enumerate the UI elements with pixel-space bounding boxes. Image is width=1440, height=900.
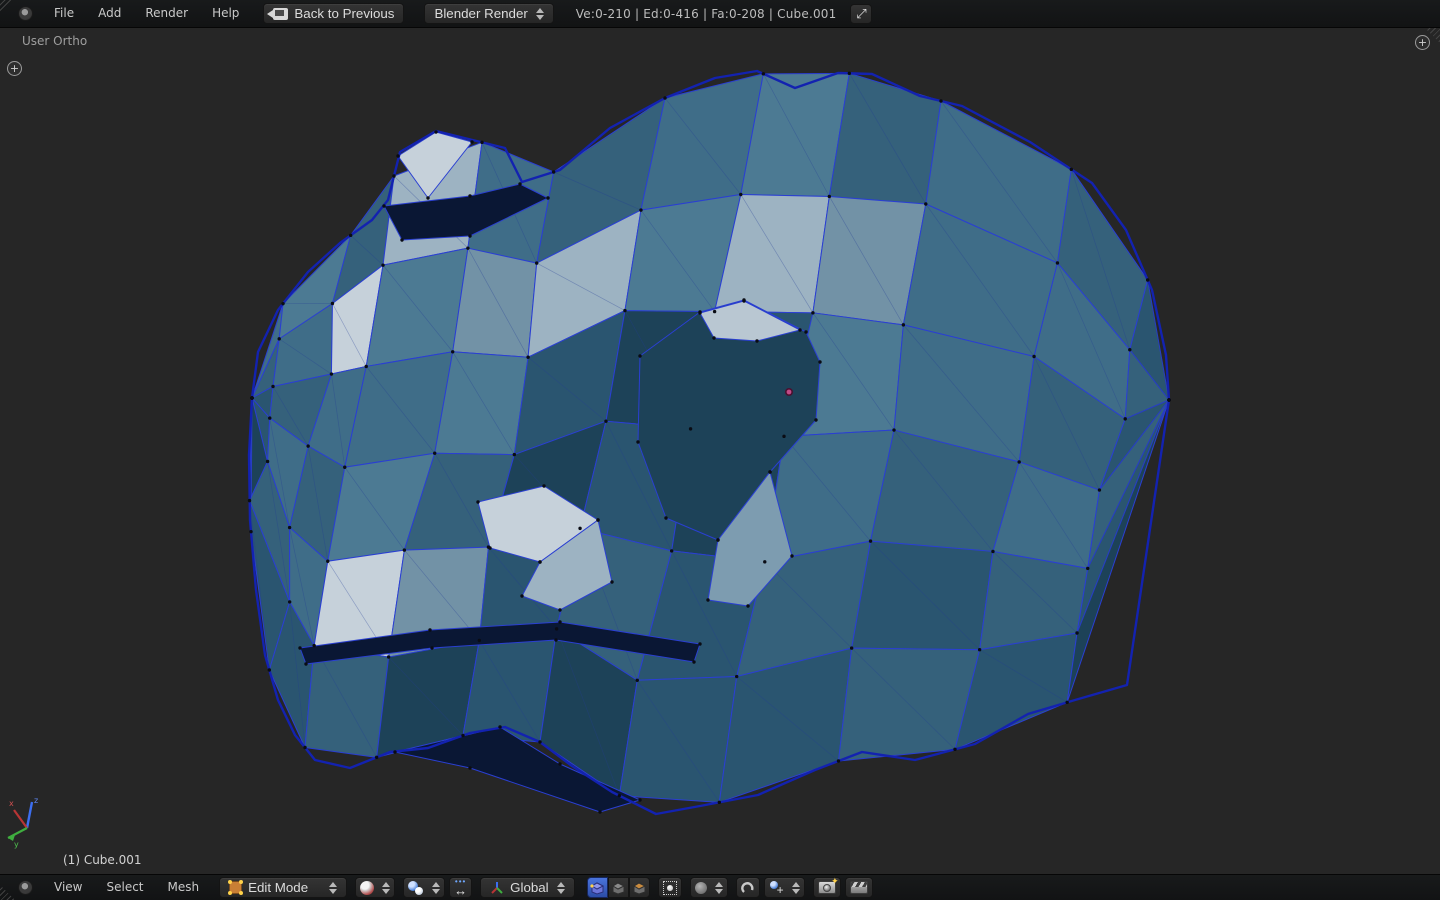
dropdown-arrows-icon bbox=[432, 882, 440, 894]
view-orientation-label: User Ortho bbox=[22, 34, 87, 48]
snap-toggle-button[interactable] bbox=[736, 877, 760, 898]
snap-element-select[interactable]: + bbox=[764, 877, 805, 898]
occlude-geometry-button[interactable] bbox=[658, 877, 682, 898]
opengl-render-button[interactable]: ✦ bbox=[813, 877, 841, 898]
edit-mode-mesh[interactable] bbox=[0, 28, 1440, 874]
viewport-header: View Select Mesh Edit Mode ••• ↔ bbox=[0, 874, 1440, 900]
menu-view[interactable]: View bbox=[42, 874, 94, 900]
menu-help[interactable]: Help bbox=[200, 0, 251, 27]
back-arrow-icon bbox=[273, 8, 288, 20]
select-mode-group bbox=[587, 877, 650, 898]
opengl-render-anim-icon bbox=[850, 881, 868, 894]
dropdown-arrows-icon bbox=[792, 882, 800, 894]
back-to-previous-button[interactable]: Back to Previous bbox=[263, 3, 404, 24]
snap-magnet-icon bbox=[741, 881, 755, 895]
corner-grip-icon[interactable] bbox=[0, 0, 15, 15]
viewport-shading-icon bbox=[360, 881, 374, 895]
menu-mesh[interactable]: Mesh bbox=[156, 874, 212, 900]
menu-render[interactable]: Render bbox=[133, 0, 200, 27]
editor-type-icon[interactable] bbox=[18, 6, 33, 21]
dropdown-arrows-icon bbox=[715, 882, 723, 894]
active-object-label: (1) Cube.001 bbox=[63, 853, 142, 867]
axis-z-label: z bbox=[34, 796, 38, 805]
editor-type-icon[interactable] bbox=[18, 880, 33, 895]
edge-select-icon bbox=[611, 881, 626, 895]
axis-x-label: x bbox=[9, 799, 14, 808]
properties-expand-icon[interactable]: + bbox=[1415, 35, 1430, 50]
dropdown-arrows-icon bbox=[557, 882, 565, 894]
manipulator-toggle-button[interactable]: ••• ↔ bbox=[449, 877, 472, 898]
face-select-button[interactable] bbox=[629, 877, 650, 898]
opengl-render-anim-button[interactable] bbox=[845, 877, 873, 898]
info-header: File Add Render Help Back to Previous Bl… bbox=[0, 0, 1440, 28]
manipulator-toggle-icon: ••• ↔ bbox=[454, 878, 467, 897]
dropdown-arrows-icon bbox=[329, 882, 337, 894]
viewport-3d[interactable]: User Ortho + + z x y (1) Cube.001 bbox=[0, 28, 1440, 874]
opengl-render-icon: ✦ bbox=[818, 881, 836, 894]
menu-add[interactable]: Add bbox=[86, 0, 133, 27]
expand-icon: ⤢ bbox=[856, 6, 866, 22]
snap-increment-icon: + bbox=[769, 881, 784, 895]
axis-gizmo: z x y bbox=[6, 794, 58, 850]
object-origin-dot bbox=[786, 389, 792, 395]
axis-y-label: y bbox=[14, 840, 19, 849]
dropdown-arrows-icon bbox=[382, 882, 390, 894]
blender-window: File Add Render Help Back to Previous Bl… bbox=[0, 0, 1440, 900]
vertex-select-icon bbox=[590, 881, 605, 895]
edge-select-button[interactable] bbox=[608, 877, 629, 898]
proportional-edit-icon bbox=[695, 882, 707, 894]
viewport-shading-select[interactable] bbox=[355, 877, 395, 898]
face-select-icon bbox=[632, 881, 647, 895]
axis-icon bbox=[490, 881, 504, 895]
maximize-area-button[interactable]: ⤢ bbox=[850, 4, 872, 24]
vertex-select-button[interactable] bbox=[587, 877, 608, 898]
mode-select[interactable]: Edit Mode bbox=[219, 877, 347, 898]
menu-select[interactable]: Select bbox=[94, 874, 155, 900]
orientation-select[interactable]: Global bbox=[480, 877, 575, 898]
menu-file[interactable]: File bbox=[42, 0, 86, 27]
pivot-point-select[interactable] bbox=[403, 877, 445, 898]
dropdown-arrows-icon bbox=[536, 8, 544, 20]
edit-mode-cube-icon bbox=[229, 881, 242, 894]
toolshelf-expand-icon[interactable]: + bbox=[7, 61, 22, 76]
corner-grip-icon[interactable] bbox=[0, 885, 15, 900]
proportional-edit-select[interactable] bbox=[690, 877, 728, 898]
pivot-point-icon bbox=[408, 881, 424, 895]
scene-statistics: Ve:0-210 | Ed:0-416 | Fa:0-208 | Cube.00… bbox=[576, 7, 837, 21]
render-engine-select[interactable]: Blender Render bbox=[424, 3, 553, 24]
occlude-geometry-icon bbox=[663, 881, 677, 895]
